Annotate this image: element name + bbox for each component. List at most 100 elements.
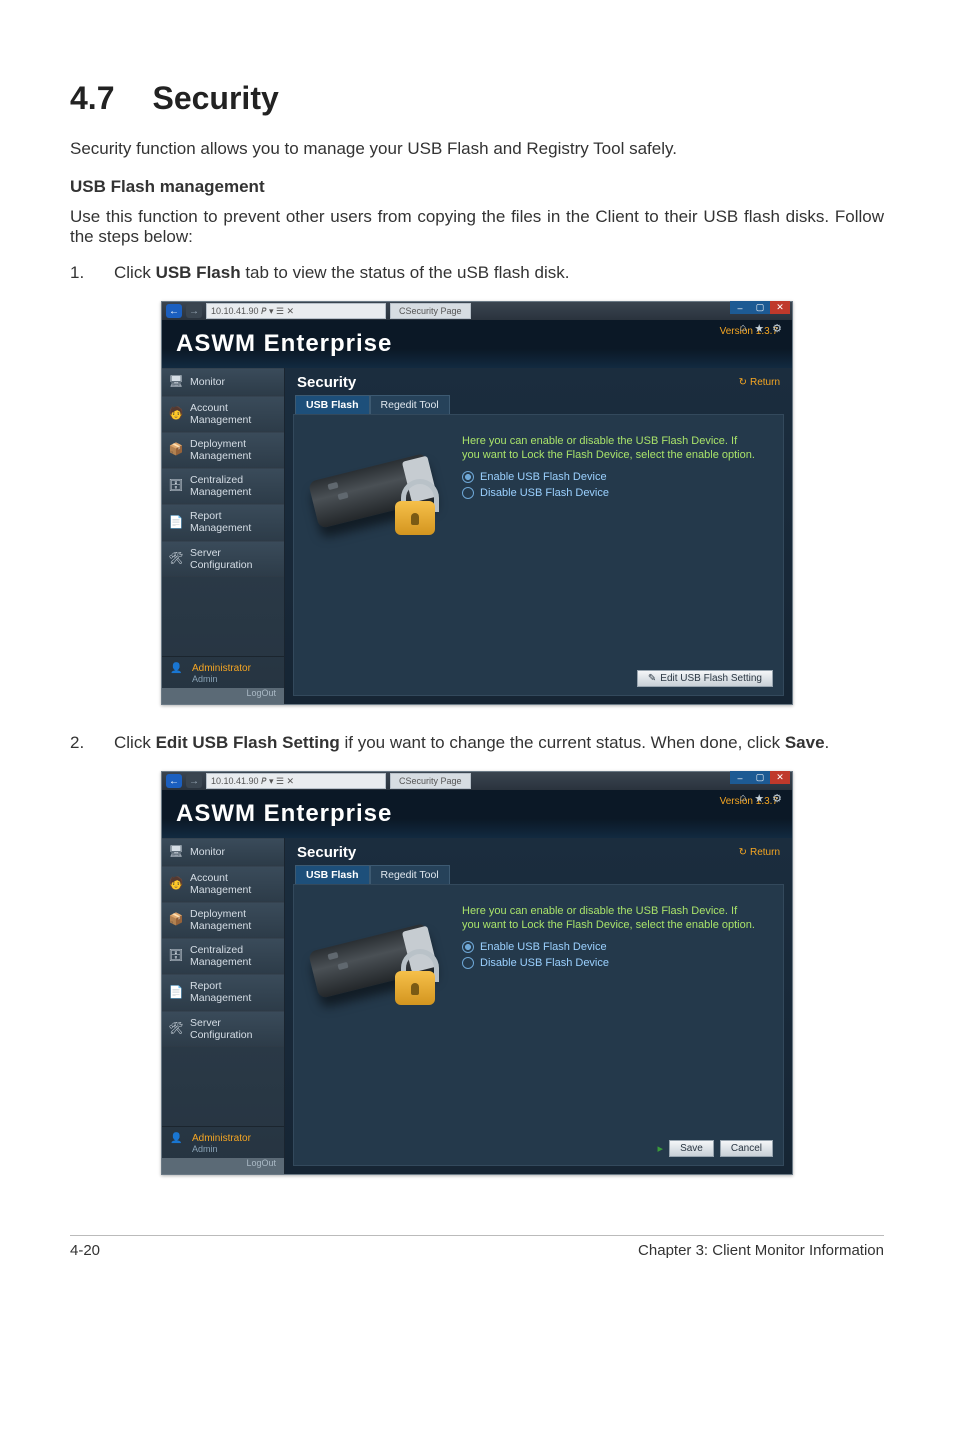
sidebar-item-account[interactable]: 🧑 Account Management — [162, 866, 284, 902]
sidebar-item-centralized[interactable]: 🗄Centralized Management — [162, 938, 284, 974]
server-icon: 🛠 — [168, 1021, 184, 1037]
return-link[interactable]: ↻Return — [739, 847, 780, 858]
server-icon: 🛠 — [168, 551, 184, 567]
home-icon[interactable]: ⌂ — [740, 322, 747, 335]
address-bar[interactable]: 10.10.41.90 𝘗 ▾ ☰ ✕ — [206, 303, 386, 319]
section-number: 4.7 — [70, 80, 114, 116]
window-close-button[interactable]: ✕ — [770, 771, 790, 784]
edit-icon: ✎ — [648, 673, 656, 684]
deployment-icon: 📦 — [168, 442, 184, 458]
intro-text: Security function allows you to manage y… — [70, 139, 884, 159]
sidebar-item-label: Monitor — [190, 846, 225, 858]
monitor-icon: 🖥 — [168, 374, 184, 390]
tab-regedit-tool[interactable]: Regedit Tool — [370, 395, 450, 414]
app-header: ASWM Enterprise ⌂ ★ ⚙ Version 1.3.7 — [162, 790, 792, 838]
sidebar-item-label: Centralized Management — [190, 474, 276, 498]
centralized-icon: 🗄 — [168, 948, 184, 964]
radio-icon — [462, 487, 474, 499]
sidebar-item-monitor[interactable]: 🖥 Monitor — [162, 368, 284, 396]
browser-tab[interactable]: CSecurity Page — [390, 303, 471, 319]
tab-usb-flash[interactable]: USB Flash — [295, 865, 370, 884]
return-link[interactable]: ↻Return — [739, 377, 780, 388]
sidebar-item-label: Deployment Management — [190, 908, 276, 932]
address-bar[interactable]: 10.10.41.90 𝘗 ▾ ☰ ✕ — [206, 773, 386, 789]
section-heading: 4.7 Security — [70, 80, 884, 117]
radio-disable-usb[interactable]: Disable USB Flash Device — [462, 487, 769, 499]
browser-toolbar: ← → 10.10.41.90 𝘗 ▾ ☰ ✕ CSecurity Page –… — [162, 302, 792, 320]
description-line-2: you want to Lock the Flash Device, selec… — [462, 919, 769, 931]
browser-back-button[interactable]: ← — [166, 304, 182, 318]
step-text: Click Edit USB Flash Setting if you want… — [114, 733, 884, 753]
favorites-icon[interactable]: ★ — [754, 792, 764, 805]
footer-divider — [70, 1235, 884, 1236]
radio-icon — [462, 941, 474, 953]
sidebar-item-label: Account Management — [190, 872, 276, 896]
logout-link[interactable]: LogOut — [162, 688, 284, 704]
step-text: Click USB Flash tab to view the status o… — [114, 263, 884, 283]
favorites-icon[interactable]: ★ — [754, 322, 764, 335]
radio-enable-usb[interactable]: Enable USB Flash Device — [462, 941, 769, 953]
save-indicator-icon: ▸ — [658, 1142, 664, 1155]
sidebar-item-label: Account Management — [190, 402, 276, 426]
radio-enable-usb[interactable]: Enable USB Flash Device — [462, 471, 769, 483]
tab-regedit-tool[interactable]: Regedit Tool — [370, 865, 450, 884]
centralized-icon: 🗄 — [168, 478, 184, 494]
window-maximize-button[interactable]: ▢ — [750, 771, 770, 784]
logout-link[interactable]: LogOut — [162, 1158, 284, 1174]
settings-icon[interactable]: ⚙ — [772, 792, 782, 805]
window-minimize-button[interactable]: – — [730, 301, 750, 314]
sidebar-user: 👤 Administrator Admin — [162, 656, 284, 688]
browser-forward-button[interactable]: → — [186, 774, 202, 788]
user-name: Admin — [192, 1144, 251, 1154]
content-panel: Here you can enable or disable the USB F… — [293, 414, 784, 696]
sidebar-user: 👤 Administrator Admin — [162, 1126, 284, 1158]
app-header: ASWM Enterprise ⌂ ★ ⚙ Version 1.3.7 — [162, 320, 792, 368]
usb-lock-illustration — [308, 435, 448, 545]
screenshot-1: ← → 10.10.41.90 𝘗 ▾ ☰ ✕ CSecurity Page –… — [161, 301, 793, 705]
report-icon: 📄 — [168, 984, 184, 1000]
screenshot-2: ← → 10.10.41.90 𝘗 ▾ ☰ ✕ CSecurity Page –… — [161, 771, 793, 1175]
sidebar-item-centralized[interactable]: 🗄 Centralized Management — [162, 468, 284, 504]
browser-tab[interactable]: CSecurity Page — [390, 773, 471, 789]
window-maximize-button[interactable]: ▢ — [750, 301, 770, 314]
user-icon: 👤 — [170, 663, 186, 679]
page-number: 4-20 — [70, 1242, 100, 1259]
paragraph: Use this function to prevent other users… — [70, 207, 884, 247]
sidebar-item-server[interactable]: 🛠Server Configuration — [162, 1011, 284, 1047]
account-icon: 🧑 — [168, 406, 184, 422]
main-panel: Security ↻Return USB Flash Regedit Tool — [285, 368, 792, 704]
app-brand: ASWM Enterprise — [176, 800, 392, 828]
sidebar-item-label: Deployment Management — [190, 438, 276, 462]
cancel-button[interactable]: Cancel — [720, 1140, 773, 1157]
tab-usb-flash[interactable]: USB Flash — [295, 395, 370, 414]
sidebar-item-label: Monitor — [190, 376, 225, 388]
page-title: Security — [297, 374, 356, 391]
sidebar-item-report[interactable]: 📄Report Management — [162, 974, 284, 1010]
app-brand: ASWM Enterprise — [176, 330, 392, 358]
sidebar-item-deployment[interactable]: 📦 Deployment Management — [162, 432, 284, 468]
description-line-1: Here you can enable or disable the USB F… — [462, 435, 769, 447]
window-minimize-button[interactable]: – — [730, 771, 750, 784]
save-button[interactable]: Save — [669, 1140, 714, 1157]
window-close-button[interactable]: ✕ — [770, 301, 790, 314]
sidebar-item-deployment[interactable]: 📦 Deployment Management — [162, 902, 284, 938]
radio-disable-usb[interactable]: Disable USB Flash Device — [462, 957, 769, 969]
monitor-icon: 🖥 — [168, 844, 184, 860]
browser-forward-button[interactable]: → — [186, 304, 202, 318]
edit-usb-flash-setting-button[interactable]: ✎Edit USB Flash Setting — [637, 670, 773, 687]
chapter-label: Chapter 3: Client Monitor Information — [638, 1242, 884, 1259]
sidebar-item-account[interactable]: 🧑 Account Management — [162, 396, 284, 432]
account-icon: 🧑 — [168, 876, 184, 892]
description-line-1: Here you can enable or disable the USB F… — [462, 905, 769, 917]
section-title: Security — [152, 80, 278, 116]
settings-icon[interactable]: ⚙ — [772, 322, 782, 335]
home-icon[interactable]: ⌂ — [740, 792, 747, 805]
sidebar-item-monitor[interactable]: 🖥 Monitor — [162, 838, 284, 866]
sidebar-item-report[interactable]: 📄Report Management — [162, 504, 284, 540]
browser-back-button[interactable]: ← — [166, 774, 182, 788]
deployment-icon: 📦 — [168, 912, 184, 928]
sidebar: 🖥 Monitor 🧑 Account Management 📦 Deployment… — [162, 368, 285, 704]
refresh-icon: ↻ — [739, 847, 747, 858]
step-number: 1. — [70, 263, 114, 283]
sidebar-item-server[interactable]: 🛠Server Configuration — [162, 541, 284, 577]
